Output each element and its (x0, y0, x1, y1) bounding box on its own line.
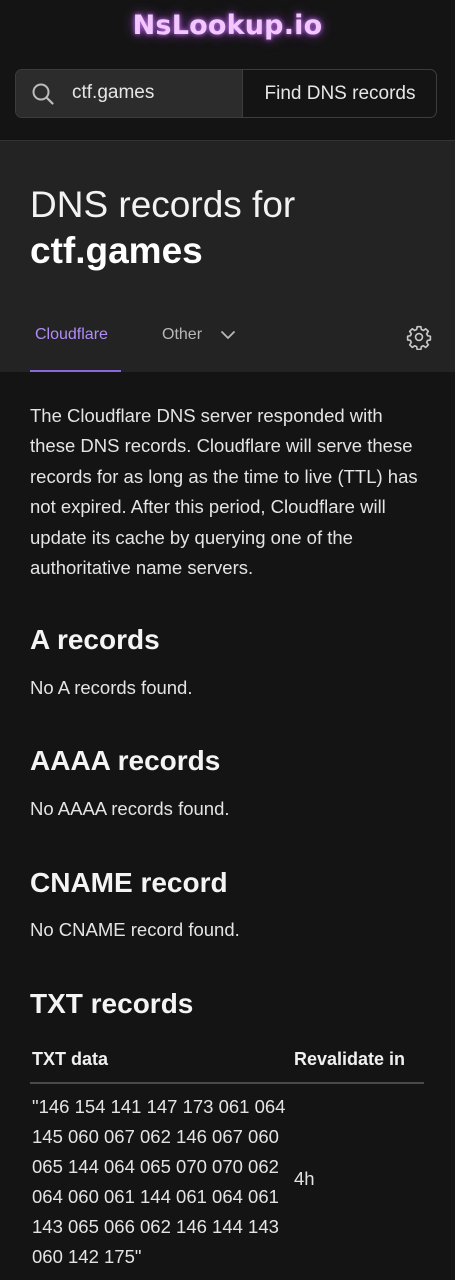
tab-other[interactable]: Other (162, 326, 202, 344)
search-bar: ctf.games Find DNS records (15, 69, 437, 118)
revalidate-column-header: Revalidate in (294, 1049, 406, 1069)
txt-record-revalidate: 4h (294, 1168, 315, 1189)
txt-records-heading: TXT records (30, 988, 194, 1019)
search-input-value[interactable]: ctf.games (72, 82, 154, 104)
page-title-domain: ctf.games (30, 230, 203, 271)
tab-cloudflare[interactable]: Cloudflare (30, 324, 121, 372)
cname-record-heading: CNAME record (30, 867, 228, 898)
cname-record-empty-text: No CNAME record found. (30, 919, 240, 940)
intro-paragraph: The Cloudflare DNS server responded with… (30, 405, 418, 579)
search-input[interactable]: ctf.games (16, 70, 243, 117)
txt-table-header: TXT data Revalidate in (30, 1045, 424, 1084)
find-dns-records-button[interactable]: Find DNS records (242, 70, 436, 117)
tab-cloudflare-label: Cloudflare (35, 326, 108, 343)
gear-icon[interactable] (406, 324, 432, 350)
aaaa-records-empty-text: No AAAA records found. (30, 798, 230, 819)
page-header: DNS records for ctf.games Cloudflare Oth… (0, 140, 455, 372)
a-records-heading: A records (30, 624, 160, 655)
txt-record-data: "146 154 141 147 173 061 064 145 060 067… (32, 1096, 286, 1267)
txt-data-column-header: TXT data (32, 1049, 109, 1069)
chevron-down-icon[interactable] (220, 329, 236, 341)
search-icon (32, 83, 54, 105)
page-title: DNS records for (30, 184, 296, 225)
a-records-empty-text: No A records found. (30, 677, 193, 698)
site-logo[interactable]: NsLookup.io (0, 10, 455, 41)
aaaa-records-heading: AAAA records (30, 745, 221, 776)
